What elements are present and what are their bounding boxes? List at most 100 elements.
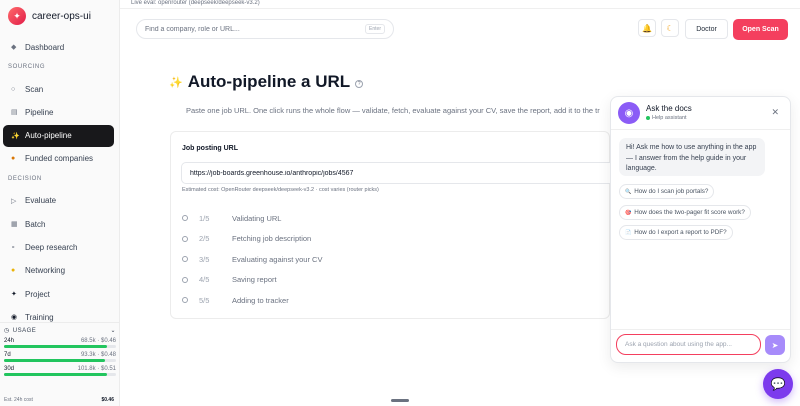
- send-button[interactable]: ➤: [765, 335, 785, 355]
- step-status-icon: [182, 215, 188, 222]
- usage-row-7d: 7d 93.3k · $0.48: [4, 352, 116, 362]
- usage-bar: [4, 373, 116, 376]
- step-number: 3/5: [199, 254, 210, 264]
- step-label: Fetching job description: [232, 234, 312, 244]
- sidebar-item-networking[interactable]: ● Networking: [3, 260, 114, 282]
- search-icon: ○: [11, 85, 16, 93]
- usage-row-24h: 24h 68.5k · $0.46: [4, 338, 116, 348]
- pipeline-steps: 1/5 Validating URL 2/5 Fetching job desc…: [182, 208, 322, 311]
- bell-icon: 🔔: [642, 23, 652, 33]
- section-title-sourcing: SOURCING: [8, 64, 46, 70]
- sparkles-icon: ✨: [169, 76, 183, 89]
- usage-tokens: 68.5k: [80, 338, 96, 344]
- batch-icon: ▦: [11, 221, 18, 229]
- usage-bar-fill: [4, 359, 105, 362]
- sidebar-item-funded-companies[interactable]: ● Funded companies: [3, 148, 114, 170]
- usage-tokens: 93.3k: [80, 352, 96, 358]
- suggestion-chip[interactable]: 📄 How do I export a report to PDF?: [619, 225, 733, 240]
- pipeline-step: 4/5 Saving report: [182, 270, 322, 291]
- search-bar[interactable]: Enter: [136, 19, 394, 39]
- sidebar-item-label: Funded companies: [25, 154, 94, 164]
- sidebar: ✦ career-ops-ui ◆ Dashboard SOURCING ○ S…: [0, 0, 120, 406]
- step-status-icon: [182, 297, 188, 304]
- pipeline-step: 1/5 Validating URL: [182, 208, 322, 229]
- send-icon: ➤: [771, 340, 779, 350]
- header-divider: [120, 8, 800, 9]
- page-title: Auto-pipeline a URL: [187, 72, 351, 91]
- pipeline-step: 3/5 Evaluating against your CV: [182, 249, 322, 270]
- sidebar-item-dashboard[interactable]: ◆ Dashboard: [3, 36, 114, 58]
- suggestion-chip[interactable]: 🎯 How does the two-pager fit score work?: [619, 205, 751, 220]
- theme-toggle-button[interactable]: ☾: [661, 19, 679, 37]
- chat-title: Ask the docs: [646, 104, 692, 113]
- search-input[interactable]: [145, 25, 366, 33]
- usage-tokens: 101.8k: [77, 366, 96, 372]
- pipeline-step: 5/5 Adding to tracker: [182, 290, 322, 311]
- chat-bubble-icon: 💬: [770, 377, 786, 391]
- sidebar-item-label: Evaluate: [25, 196, 57, 206]
- sparkles-icon: ✨: [11, 132, 20, 140]
- close-icon[interactable]: ✕: [771, 107, 779, 118]
- step-label: Saving report: [232, 275, 277, 285]
- step-number: 4/5: [199, 275, 210, 285]
- step-label: Adding to tracker: [232, 295, 289, 305]
- sidebar-item-label: Training: [25, 312, 54, 322]
- document-icon: 📄: [625, 229, 632, 236]
- job-url-input[interactable]: [181, 162, 611, 184]
- suggestion-label: How do I scan job portals?: [634, 188, 709, 195]
- clock-icon: ◷: [4, 328, 10, 334]
- usage-footer-value: $0.46: [101, 397, 114, 403]
- doctor-button[interactable]: Doctor: [685, 19, 728, 39]
- docs-chat-panel: ◉ Ask the docs Help assistant ✕ Hi! Ask …: [610, 96, 791, 363]
- training-icon: ◉: [11, 314, 18, 322]
- sidebar-item-evaluate[interactable]: ▷ Evaluate: [3, 190, 114, 212]
- step-status-icon: [182, 276, 188, 283]
- usage-bar-fill: [4, 373, 108, 376]
- usage-bar-fill: [4, 345, 108, 348]
- help-icon[interactable]: ?: [355, 79, 364, 88]
- usage-header[interactable]: ◷ USAGE ⌄: [4, 327, 116, 335]
- sidebar-item-auto-pipeline[interactable]: ✨ Auto-pipeline: [3, 124, 114, 147]
- money-bag-icon: ●: [11, 155, 16, 163]
- usage-bar: [4, 359, 116, 362]
- chat-launcher-button[interactable]: 💬: [763, 369, 793, 399]
- chat-status-label: Help assistant: [652, 115, 687, 121]
- sidebar-item-label: Batch: [25, 219, 46, 229]
- grid-icon: ▤: [11, 109, 18, 117]
- usage-footer: Est. 24h cost $0.46: [4, 397, 114, 403]
- handshake-icon: ●: [11, 267, 16, 275]
- usage-period: 7d: [4, 352, 11, 358]
- chat-status: Help assistant: [646, 115, 687, 121]
- chat-header: ◉ Ask the docs Help assistant ✕: [611, 97, 790, 130]
- notifications-button[interactable]: 🔔: [638, 19, 656, 37]
- usage-cost: $0.46: [100, 338, 116, 344]
- url-field-label: Job posting URL: [182, 145, 238, 152]
- chevron-down-icon[interactable]: ⌄: [110, 327, 116, 334]
- usage-cost: $0.51: [100, 366, 116, 372]
- sidebar-item-batch[interactable]: ▦ Batch: [3, 213, 114, 235]
- usage-period: 30d: [4, 366, 15, 372]
- open-scan-button[interactable]: Open Scan: [733, 19, 788, 40]
- sidebar-item-deep-research[interactable]: ∘ Deep research: [3, 236, 114, 258]
- usage-bar: [4, 345, 116, 348]
- scroll-handle[interactable]: [391, 399, 409, 402]
- sidebar-item-label: Project: [25, 289, 50, 299]
- sidebar-item-project[interactable]: ✦ Project: [3, 283, 114, 305]
- step-status-icon: [182, 235, 188, 242]
- search-icon: 🔍: [625, 188, 632, 195]
- enter-key-hint: Enter: [365, 24, 385, 34]
- usage-row-30d: 30d 101.8k · $0.51: [4, 366, 116, 376]
- chat-input-row: ➤: [611, 329, 790, 362]
- usage-panel: ◷ USAGE ⌄ 24h 68.5k · $0.46 7d 93.3k · $…: [0, 322, 120, 406]
- sidebar-item-label: Dashboard: [25, 42, 65, 52]
- suggestion-chip[interactable]: 🔍 How do I scan job portals?: [619, 184, 715, 199]
- diamond-icon: ◆: [11, 44, 17, 51]
- page-title-row: ✨ Auto-pipeline a URL ?: [169, 72, 364, 92]
- robot-icon: ◉: [618, 102, 640, 124]
- chat-input[interactable]: [616, 334, 761, 355]
- online-dot-icon: [646, 116, 650, 120]
- brand[interactable]: ✦ career-ops-ui: [8, 7, 91, 25]
- moon-icon: ☾: [666, 23, 674, 33]
- sidebar-item-scan[interactable]: ○ Scan: [3, 78, 114, 100]
- sidebar-item-pipeline[interactable]: ▤ Pipeline: [3, 101, 114, 123]
